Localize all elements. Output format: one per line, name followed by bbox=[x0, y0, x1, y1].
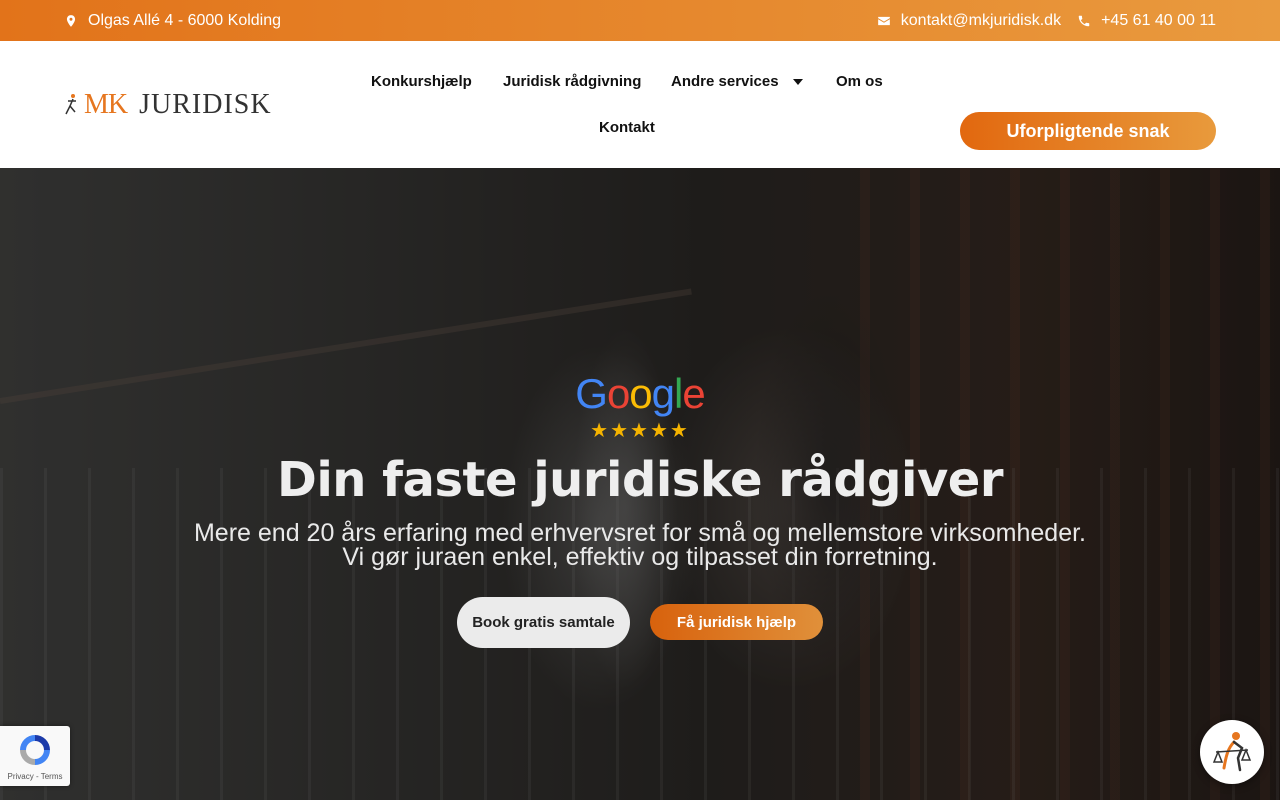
top-bar: Olgas Allé 4 - 6000 Kolding kontakt@mkju… bbox=[0, 0, 1280, 41]
nav-item-label[interactable]: Juridisk rådgivning bbox=[503, 73, 641, 90]
rating-stars: ★★★★★ bbox=[590, 420, 690, 442]
hero-section: Google ★★★★★ Din faste juridiske rådgive… bbox=[0, 168, 1280, 800]
hero-subtitle: Mere end 20 års erfaring med erhvervsret… bbox=[0, 519, 1280, 571]
faa-juridisk-hjaelp-button[interactable]: Få juridisk hjælp bbox=[650, 604, 823, 640]
hero-title: Din faste juridiske rådgiver bbox=[276, 452, 1004, 508]
nav-item-label[interactable]: Konkurshjælp bbox=[371, 73, 472, 90]
site-logo[interactable]: MK JURIDISK bbox=[64, 89, 272, 121]
nav-item-label[interactable]: Andre services bbox=[671, 73, 779, 90]
logo-figure-icon bbox=[65, 94, 76, 115]
logo-mk: MK bbox=[84, 89, 128, 120]
recaptcha-icon bbox=[20, 735, 50, 765]
site-header: MK JURIDISK Konkurshjælp Juridisk rådgiv… bbox=[0, 41, 1280, 168]
nav-item-kontakt[interactable]: Kontakt bbox=[599, 119, 655, 136]
uforpligtende-snak-button[interactable]: Uforpligtende snak bbox=[960, 112, 1216, 150]
google-rating-badge: Google ★★★★★ bbox=[570, 372, 710, 443]
nav-item-label[interactable]: Om os bbox=[836, 73, 883, 90]
address-item: Olgas Allé 4 - 6000 Kolding bbox=[64, 12, 281, 30]
phone-link[interactable]: +45 61 40 00 11 bbox=[1077, 12, 1216, 30]
caret-down-icon[interactable] bbox=[792, 78, 803, 85]
google-logo: Google bbox=[575, 370, 705, 417]
email-link[interactable]: kontakt@mkjuridisk.dk bbox=[877, 12, 1061, 30]
nav-item-andre-services[interactable]: Andre services bbox=[671, 73, 803, 90]
nav-item-label[interactable]: Kontakt bbox=[599, 119, 655, 136]
phone-text[interactable]: +45 61 40 00 11 bbox=[1101, 12, 1216, 30]
nav-item-juridisk-raadgivning[interactable]: Juridisk rådgivning bbox=[503, 73, 641, 90]
book-gratis-samtale-button[interactable]: Book gratis samtale bbox=[457, 597, 630, 648]
recaptcha-badge[interactable]: Privacy - Terms bbox=[0, 726, 70, 786]
envelope-icon bbox=[877, 16, 890, 25]
recaptcha-terms-link[interactable]: Privacy - Terms bbox=[8, 772, 63, 781]
nav-item-konkurshjaelp[interactable]: Konkurshjælp bbox=[371, 73, 472, 90]
map-pin-icon bbox=[66, 14, 76, 27]
email-text[interactable]: kontakt@mkjuridisk.dk bbox=[901, 12, 1061, 30]
chat-widget-button[interactable] bbox=[1200, 720, 1264, 784]
logo-name: JURIDISK bbox=[139, 89, 272, 120]
address-text: Olgas Allé 4 - 6000 Kolding bbox=[88, 11, 282, 29]
hero-subtitle-line: Mere end 20 års erfaring med erhvervsret… bbox=[193, 519, 1087, 547]
phone-icon bbox=[1078, 15, 1090, 26]
hero-subtitle-line: Vi gør juraen enkel, effektiv og tilpass… bbox=[342, 543, 938, 571]
nav-item-om-os[interactable]: Om os bbox=[836, 73, 883, 90]
justice-figure-icon bbox=[1212, 732, 1252, 772]
